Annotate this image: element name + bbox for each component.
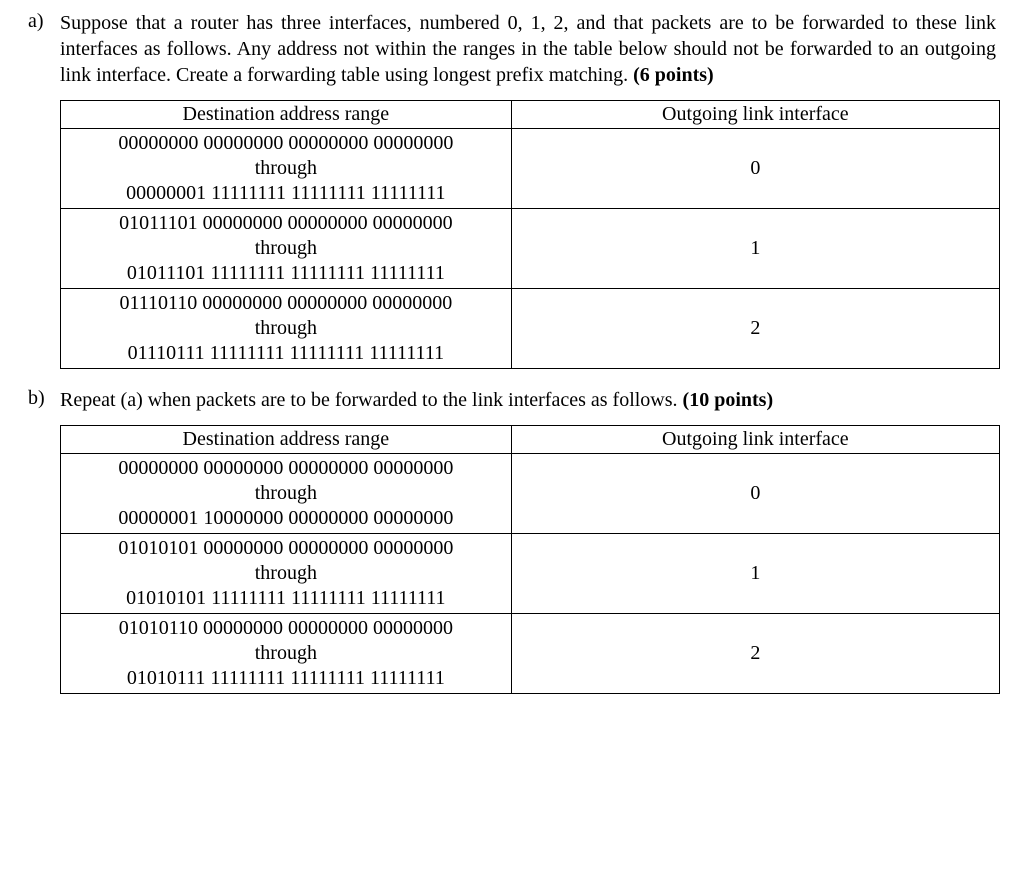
addr-to: 01011101 11111111 11111111 11111111 [127,261,445,286]
table-a-header-dest: Destination address range [61,101,512,129]
through-label: through [255,481,317,506]
table-a-header-intf: Outgoing link interface [511,101,999,129]
dest-range-cell: 01011101 00000000 00000000 00000000 thro… [61,209,512,289]
addr-to: 01110111 11111111 11111111 11111111 [128,341,444,366]
interface-cell: 1 [511,534,999,614]
table-b-header-intf: Outgoing link interface [511,426,999,454]
question-a-label: a) [28,10,60,33]
question-a-body: Suppose that a router has three interfac… [60,12,996,86]
addr-from: 00000000 00000000 00000000 00000000 [118,456,453,481]
interface-cell: 2 [511,289,999,369]
range-wrap: 01011101 00000000 00000000 00000000 thro… [67,211,505,286]
dest-range-cell: 01010110 00000000 00000000 00000000 thro… [61,614,512,694]
question-a-points: (6 points) [633,64,714,86]
addr-to: 01010111 11111111 11111111 11111111 [127,666,445,691]
addr-to: 01010101 11111111 11111111 11111111 [126,586,445,611]
range-wrap: 00000000 00000000 00000000 00000000 thro… [67,131,505,206]
table-a-header-row: Destination address range Outgoing link … [61,101,1000,129]
range-wrap: 00000000 00000000 00000000 00000000 thro… [67,456,505,531]
addr-from: 01110110 00000000 00000000 00000000 [119,291,452,316]
interface-cell: 0 [511,454,999,534]
through-label: through [255,316,317,341]
dest-range-cell: 01110110 00000000 00000000 00000000 thro… [61,289,512,369]
table-a: Destination address range Outgoing link … [60,100,1000,369]
addr-from: 00000000 00000000 00000000 00000000 [118,131,453,156]
table-row: 00000000 00000000 00000000 00000000 thro… [61,129,1000,209]
table-row: 00000000 00000000 00000000 00000000 thro… [61,454,1000,534]
addr-from: 01011101 00000000 00000000 00000000 [119,211,453,236]
table-b: Destination address range Outgoing link … [60,425,1000,694]
table-row: 01110110 00000000 00000000 00000000 thro… [61,289,1000,369]
addr-from: 01010101 00000000 00000000 00000000 [118,536,453,561]
table-b-header-row: Destination address range Outgoing link … [61,426,1000,454]
question-b-text: Repeat (a) when packets are to be forwar… [60,387,996,413]
dest-range-cell: 01010101 00000000 00000000 00000000 thro… [61,534,512,614]
dest-range-cell: 00000000 00000000 00000000 00000000 thro… [61,129,512,209]
dest-range-cell: 00000000 00000000 00000000 00000000 thro… [61,454,512,534]
interface-cell: 1 [511,209,999,289]
table-row: 01011101 00000000 00000000 00000000 thro… [61,209,1000,289]
question-b-label: b) [28,387,60,410]
through-label: through [255,641,317,666]
table-row: 01010110 00000000 00000000 00000000 thro… [61,614,1000,694]
question-a-text: Suppose that a router has three interfac… [60,10,996,88]
interface-cell: 2 [511,614,999,694]
interface-cell: 0 [511,129,999,209]
addr-from: 01010110 00000000 00000000 00000000 [119,616,453,641]
question-b: b) Repeat (a) when packets are to be for… [28,387,996,413]
range-wrap: 01010110 00000000 00000000 00000000 thro… [67,616,505,691]
table-row: 01010101 00000000 00000000 00000000 thro… [61,534,1000,614]
table-b-header-dest: Destination address range [61,426,512,454]
question-b-body: Repeat (a) when packets are to be forwar… [60,389,683,411]
through-label: through [255,236,317,261]
addr-to: 00000001 11111111 11111111 11111111 [126,181,445,206]
through-label: through [255,156,317,181]
question-a: a) Suppose that a router has three inter… [28,10,996,88]
addr-to: 00000001 10000000 00000000 00000000 [118,506,453,531]
range-wrap: 01110110 00000000 00000000 00000000 thro… [67,291,505,366]
through-label: through [255,561,317,586]
question-b-points: (10 points) [683,389,774,411]
range-wrap: 01010101 00000000 00000000 00000000 thro… [67,536,505,611]
